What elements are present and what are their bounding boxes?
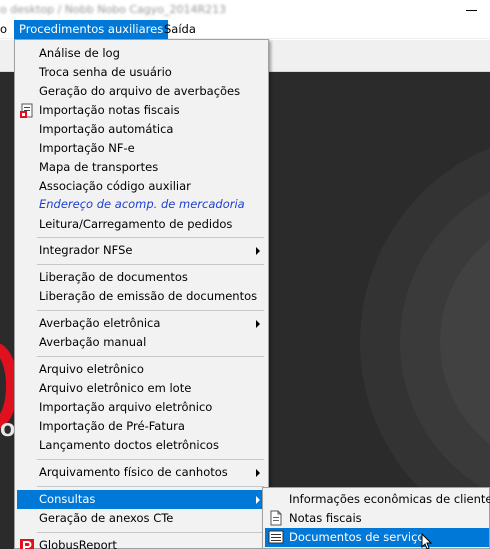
menu-item-mapa-transportes[interactable]: Mapa de transportes bbox=[17, 158, 266, 177]
menu-item-label: Consultas bbox=[39, 492, 96, 506]
menu-item-importacao-nfe[interactable]: Importação NF-e bbox=[17, 139, 266, 158]
menu-item-label: Importação NF-e bbox=[39, 141, 135, 155]
globus-report-icon bbox=[19, 538, 35, 549]
menu-item-label: Geração de anexos CTe bbox=[39, 511, 174, 525]
minimize-icon[interactable] bbox=[460, 2, 488, 18]
menu-item-lancamento-doctos[interactable]: Lançamento doctos eletrônicos bbox=[17, 436, 266, 455]
menu-separator bbox=[37, 532, 264, 533]
submenu-arrow-icon bbox=[256, 496, 260, 504]
menu-item-label: Geração do arquivo de averbações bbox=[39, 84, 241, 98]
menu-item-label: GlobusReport bbox=[39, 538, 117, 549]
menu-item-importacao-pre-fatura[interactable]: Importação de Pré-Fatura bbox=[17, 417, 266, 436]
menu-item-geracao-averbacoes[interactable]: Geração do arquivo de averbações bbox=[17, 82, 266, 101]
menu-item-label: Integrador NFSe bbox=[39, 243, 133, 257]
menu-item-label: Importação arquivo eletrônico bbox=[39, 400, 213, 414]
menu-item-liberacao-emissao[interactable]: Liberação de emissão de documentos bbox=[17, 287, 266, 306]
menu-bar: o Procedimentos auxiliares Saída bbox=[0, 20, 490, 39]
menu-item-integrador-nfse[interactable]: Integrador NFSe bbox=[17, 241, 266, 260]
submenu-arrow-icon bbox=[256, 469, 260, 477]
menu-item-label: Importação notas fiscais bbox=[39, 103, 180, 117]
submenu-item-label: Informações econômicas de clientes bbox=[289, 492, 490, 506]
menu-item-label: Arquivamento físico de canhotos bbox=[39, 465, 228, 479]
menu-item-endereco-acomp[interactable]: Endereço de acomp. de mercadoria bbox=[17, 195, 266, 214]
menu-item-troca-senha[interactable]: Troca senha de usuário bbox=[17, 63, 266, 82]
menu-item-label: Associação código auxiliar bbox=[39, 179, 191, 193]
title-bar: o desktop / Nobb Nobo Cagyo_2014R213 bbox=[0, 0, 490, 20]
menu-item-label: Importação automática bbox=[39, 122, 174, 136]
menu-item-globus-report[interactable]: GlobusReport bbox=[17, 536, 266, 549]
menu-separator bbox=[37, 486, 264, 487]
menu-item-label: Análise de log bbox=[39, 46, 120, 60]
menu-item-arquivamento-canhotos[interactable]: Arquivamento físico de canhotos bbox=[17, 463, 266, 482]
mouse-cursor-icon bbox=[421, 532, 435, 549]
menubar-item-procedimentos-auxiliares[interactable]: Procedimentos auxiliares bbox=[14, 20, 169, 39]
menu-item-label: Mapa de transportes bbox=[39, 160, 159, 174]
menu-item-label: Arquivo eletrônico em lote bbox=[39, 381, 192, 395]
consultas-submenu: Informações econômicas de clientes Notas… bbox=[262, 487, 490, 549]
submenu-item-label: Notas fiscais bbox=[289, 511, 362, 525]
menu-item-label: Averbação manual bbox=[39, 335, 147, 349]
submenu-arrow-icon bbox=[256, 320, 260, 328]
menu-item-leitura-pedidos[interactable]: Leitura/Carregamento de pedidos bbox=[17, 215, 266, 234]
menu-item-arquivo-eletronico[interactable]: Arquivo eletrônico bbox=[17, 360, 266, 379]
menu-item-label: Lançamento doctos eletrônicos bbox=[39, 438, 219, 452]
submenu-arrow-icon bbox=[256, 247, 260, 255]
menu-item-label: Troca senha de usuário bbox=[39, 65, 172, 79]
menu-item-averbacao-manual[interactable]: Averbação manual bbox=[17, 333, 266, 352]
submenu-item-documentos-servico[interactable]: Documentos de serviço bbox=[265, 528, 489, 547]
import-invoice-icon bbox=[19, 103, 35, 119]
menubar-item-saida[interactable]: Saída bbox=[159, 20, 201, 39]
menu-item-geracao-anexos-cte[interactable]: Geração de anexos CTe bbox=[17, 509, 266, 528]
submenu-item-notas-fiscais[interactable]: Notas fiscais bbox=[265, 509, 489, 528]
window-title: o desktop / Nobb Nobo Cagyo_2014R213 bbox=[0, 3, 227, 16]
document-list-icon bbox=[268, 529, 284, 545]
document-icon bbox=[268, 510, 284, 526]
menu-item-label: Arquivo eletrônico bbox=[39, 362, 144, 376]
menubar-item-partial[interactable]: o bbox=[0, 20, 12, 39]
menu-separator bbox=[37, 459, 264, 460]
menu-item-analise-de-log[interactable]: Análise de log bbox=[17, 44, 266, 63]
menu-item-importacao-automatica[interactable]: Importação automática bbox=[17, 120, 266, 139]
menu-item-label: Endereço de acomp. de mercadoria bbox=[39, 197, 245, 211]
menu-separator bbox=[37, 356, 264, 357]
menu-item-importacao-arquivo-eletronico[interactable]: Importação arquivo eletrônico bbox=[17, 398, 266, 417]
menu-item-label: Importação de Pré-Fatura bbox=[39, 419, 185, 433]
procedimentos-auxiliares-menu: Análise de log Troca senha de usuário Ge… bbox=[14, 39, 269, 549]
menu-item-label: Leitura/Carregamento de pedidos bbox=[39, 217, 233, 231]
menu-item-label: Liberação de emissão de documentos bbox=[39, 289, 258, 303]
menu-item-liberacao-documentos[interactable]: Liberação de documentos bbox=[17, 268, 266, 287]
menu-item-label: Averbação eletrônica bbox=[39, 316, 161, 330]
menu-item-consultas[interactable]: Consultas bbox=[17, 490, 266, 509]
menu-item-averbacao-eletronica[interactable]: Averbação eletrônica bbox=[17, 314, 266, 333]
menu-item-label: Liberação de documentos bbox=[39, 270, 188, 284]
submenu-item-label: Documentos de serviço bbox=[289, 530, 425, 544]
menu-separator bbox=[37, 237, 264, 238]
menu-item-arquivo-eletronico-lote[interactable]: Arquivo eletrônico em lote bbox=[17, 379, 266, 398]
menu-item-associacao-codigo[interactable]: Associação código auxiliar bbox=[17, 177, 266, 196]
submenu-item-informacoes-economicas[interactable]: Informações econômicas de clientes bbox=[265, 490, 490, 509]
menu-separator bbox=[37, 310, 264, 311]
menu-separator bbox=[37, 264, 264, 265]
menu-item-importacao-notas-fiscais[interactable]: Importação notas fiscais bbox=[17, 101, 266, 120]
